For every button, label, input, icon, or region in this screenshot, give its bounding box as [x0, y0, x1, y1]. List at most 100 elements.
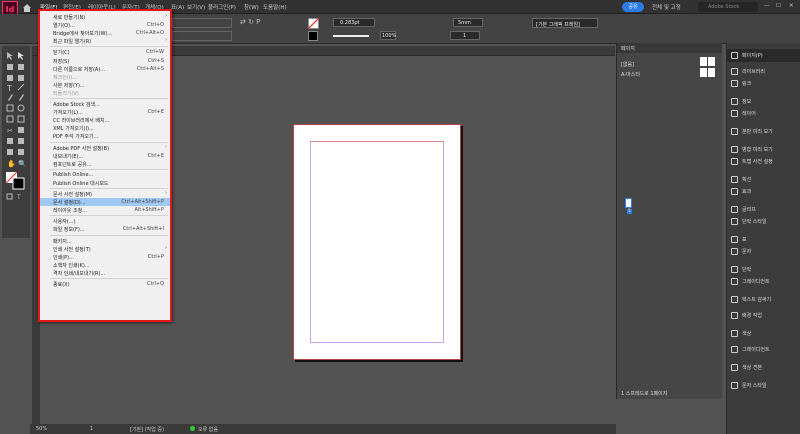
- file-menu-item[interactable]: 내보내기(E)... Ctrl+E: [40, 152, 170, 160]
- panel-item-trap[interactable]: 트랩 사전 설정: [727, 155, 800, 168]
- page-1-thumb[interactable]: [625, 198, 632, 208]
- file-menu-item[interactable]: Publish Online 대시보드: [40, 179, 170, 187]
- file-menu-item[interactable]: 닫기(C) Ctrl+W: [40, 48, 170, 56]
- none-master-thumb[interactable]: [700, 57, 707, 66]
- reference-point-field[interactable]: [172, 18, 232, 28]
- character-icon: [731, 248, 738, 255]
- panel-item-text-wrap[interactable]: 텍스트 감싸기: [727, 293, 800, 306]
- panel-item-character[interactable]: 문자: [727, 245, 800, 258]
- zoom-level[interactable]: 50%: [36, 426, 47, 432]
- text-wrap-icon: [731, 296, 738, 303]
- menu-table[interactable]: 표(A): [171, 3, 184, 11]
- file-menu-item[interactable]: 문서 사전 설정(M) ›: [40, 190, 170, 198]
- file-menu-item[interactable]: Bridge에서 찾아보기(W)... Ctrl+Alt+O: [40, 29, 170, 37]
- file-menu-item[interactable]: 사용자(...): [40, 217, 170, 225]
- workspace-switcher[interactable]: 전체 및 고정: [652, 3, 681, 11]
- file-menu-item[interactable]: 소책자 인쇄(K)...: [40, 261, 170, 269]
- a-master[interactable]: A-마스터: [621, 71, 640, 78]
- file-menu-item[interactable]: 새로 만들기(N) ›: [40, 13, 170, 21]
- panel-item-pages[interactable]: 페이지(P): [727, 49, 800, 62]
- menu-plugins[interactable]: 플러그인(P): [208, 3, 236, 11]
- a-master-thumb[interactable]: [700, 68, 707, 77]
- menu-window[interactable]: 창(W): [244, 3, 259, 11]
- panel-item-layers[interactable]: 레이어: [727, 107, 800, 120]
- submenu-arrow-icon: ›: [165, 244, 167, 251]
- panel-item-gradient-2[interactable]: 그레이디언트: [727, 343, 800, 356]
- file-menu-item-label: 사용자(...): [53, 219, 76, 226]
- maximize-button[interactable]: ☐: [776, 3, 781, 9]
- stroke-type-dropdown[interactable]: [333, 31, 375, 40]
- pages-tab[interactable]: 페이지: [621, 45, 635, 52]
- file-menu-item[interactable]: Publish Online...: [40, 171, 170, 179]
- panel-item-color[interactable]: 색상: [727, 327, 800, 340]
- spacing-field[interactable]: 5mm: [453, 18, 483, 27]
- svg-text:✋: ✋: [7, 159, 16, 168]
- file-menu-item[interactable]: 체크인(I)...: [40, 73, 170, 81]
- preflight-status-text[interactable]: 오류 없음: [198, 426, 218, 433]
- menu-view[interactable]: 보기(V): [187, 3, 205, 11]
- file-menu-item[interactable]: 문서 설정(D)... Ctrl+Alt+Shift+P: [40, 198, 170, 207]
- tool-icons[interactable]: T ✂ ✋ 🔍 T: [5, 50, 27, 205]
- file-menu-item[interactable]: XML 가져오기(I)...: [40, 124, 170, 132]
- panel-item-links[interactable]: 링크: [727, 77, 800, 90]
- column-count-field[interactable]: 1: [450, 31, 480, 40]
- panel-item-swatches[interactable]: 색상 견본: [727, 361, 800, 374]
- transform-buttons[interactable]: ⇄ ↻ P: [240, 18, 280, 40]
- file-menu-item[interactable]: Adobe PDF 사전 설정(B) ›: [40, 144, 170, 152]
- panel-item-character-styles[interactable]: 문자 스타일: [727, 379, 800, 392]
- file-menu-item[interactable]: 패키지...: [40, 237, 170, 245]
- file-menu-item[interactable]: 파일 정보(F)... Ctrl+Alt+Shift+I: [40, 225, 170, 233]
- svg-text:🔍: 🔍: [18, 159, 27, 168]
- file-menu-item-label: Adobe PDF 사전 설정(B): [53, 145, 110, 152]
- file-menu-item-shortcut: Ctrl+Alt+Shift+P: [121, 199, 164, 206]
- a-master-thumb-right[interactable]: [708, 68, 715, 77]
- file-menu-item[interactable]: 저장(S) Ctrl+S: [40, 57, 170, 65]
- working-style[interactable]: [기본] (작업 중): [130, 426, 164, 433]
- file-menu-item[interactable]: 인쇄 사전 설정(T) ›: [40, 245, 170, 253]
- panel-item-separations[interactable]: 분판 미리 보기: [727, 125, 800, 138]
- fill-none-icon[interactable]: [308, 18, 320, 29]
- file-menu-item-label: CC 라이브러리에서 배치...: [53, 118, 110, 125]
- file-menu-item-label: 종료(X): [53, 282, 70, 288]
- panel-item-effects[interactable]: 효과: [727, 185, 800, 198]
- file-menu-item[interactable]: 되돌리기(V): [40, 89, 170, 97]
- panel-item-paragraph-styles[interactable]: 단락 스타일: [727, 215, 800, 228]
- file-menu-item[interactable]: 레이아웃 조정... Alt+Shift+P: [40, 206, 170, 214]
- stroke-swatch[interactable]: [308, 31, 318, 41]
- stroke-weight-field[interactable]: 0.283pt: [333, 18, 375, 27]
- status-bar: 50% 1 [기본] (작업 중) 오류 없음: [30, 424, 616, 434]
- file-menu-item[interactable]: 최근 파일 열기(R) ›: [40, 37, 170, 45]
- panel-item-background-tasks[interactable]: 배경 작업: [727, 309, 800, 322]
- swatches-icon: [731, 364, 738, 371]
- minimize-button[interactable]: —: [764, 3, 770, 9]
- effects-icon: [731, 188, 738, 195]
- none-master-thumb-right[interactable]: [708, 57, 715, 66]
- file-menu-item-shortcut: Ctrl+S: [147, 57, 164, 64]
- file-menu-item[interactable]: CC 라이브러리에서 배치...: [40, 116, 170, 124]
- file-menu-item[interactable]: 종료(X) Ctrl+Q: [40, 280, 170, 288]
- file-menu-item[interactable]: 컴포넌트로 공유...: [40, 160, 170, 168]
- file-menu-item[interactable]: PDF 주석 가져오기...: [40, 132, 170, 140]
- panel-item-gradient[interactable]: 그레이디언트: [727, 275, 800, 288]
- share-button[interactable]: 공유: [622, 2, 644, 12]
- height-field[interactable]: [172, 31, 232, 41]
- home-icon[interactable]: [22, 3, 32, 12]
- gradient-icon: [731, 278, 738, 285]
- search-box[interactable]: Adobe Stock: [698, 2, 758, 12]
- opacity-field[interactable]: 100%: [380, 31, 396, 40]
- file-menu-item[interactable]: 인쇄(P)... Ctrl+P: [40, 253, 170, 261]
- file-menu-item[interactable]: 열기(O)... Ctrl+O: [40, 21, 170, 29]
- file-menu-item-label: Publish Online...: [53, 171, 94, 178]
- none-master[interactable]: [없음]: [621, 61, 634, 68]
- page-number-field[interactable]: 1: [90, 426, 93, 432]
- object-style-dropdown[interactable]: [기본 그래픽 프레임]: [532, 18, 598, 28]
- file-menu-item[interactable]: 가져오기(L)... Ctrl+E: [40, 108, 170, 116]
- file-menu-item[interactable]: 격자 인쇄/내보내기(R)...: [40, 269, 170, 277]
- file-menu-item-shortcut: Ctrl+Alt+S: [136, 65, 164, 72]
- file-menu-item[interactable]: Adobe Stock 검색...: [40, 100, 170, 108]
- menu-help[interactable]: 도움말(H): [263, 3, 287, 11]
- close-button[interactable]: ✕: [789, 3, 794, 9]
- file-menu-item[interactable]: 사본 저장(Y)...: [40, 81, 170, 89]
- file-menu-item[interactable]: 다른 이름으로 저장(A)... Ctrl+Alt+S: [40, 65, 170, 73]
- menu-separator: [50, 46, 168, 48]
